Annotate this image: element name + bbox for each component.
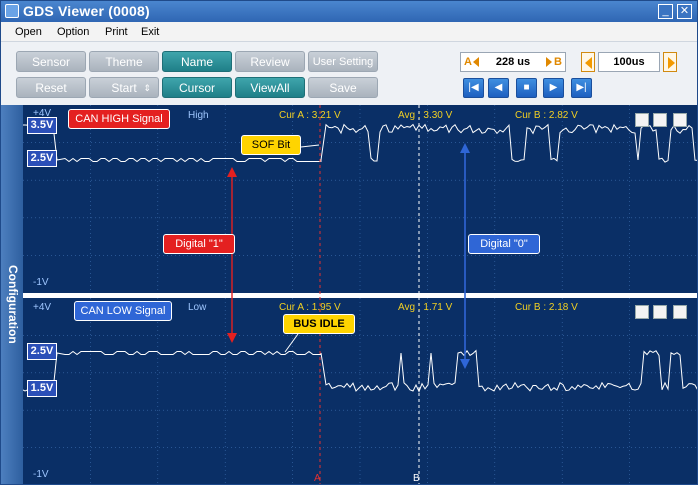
time-decrease-button[interactable]: [581, 52, 595, 72]
viewall-button[interactable]: ViewAll: [235, 77, 305, 98]
configuration-label: Configuration: [6, 265, 20, 344]
start-label: Start: [111, 81, 137, 95]
close-button[interactable]: ✕: [677, 4, 692, 19]
can-high-signal-label: CAN HIGH Signal: [68, 109, 170, 129]
sof-bit-callout: SOF Bit: [241, 135, 301, 155]
bottom-channel-close-icon[interactable]: [673, 305, 687, 319]
skip-first-icon[interactable]: |◀: [463, 78, 484, 98]
theme-button[interactable]: Theme: [89, 51, 159, 72]
bus-idle-callout: BUS IDLE: [283, 314, 355, 334]
can-high-waveform: [23, 123, 697, 163]
next-icon[interactable]: ▶: [543, 78, 564, 98]
cursor-b-label[interactable]: B: [413, 473, 420, 484]
waveform-canvas: [23, 105, 697, 484]
bottom-badge-1-5v: 1.5V: [27, 380, 57, 397]
panel-separator: [23, 293, 697, 298]
bottom-cur-a-readout: Cur A : 1.95 V: [279, 302, 341, 313]
bottom-cur-b-readout: Cur B : 2.18 V: [515, 302, 578, 313]
digital-1-arrowhead-top: [227, 167, 237, 177]
start-stepper[interactable]: Start ⇕: [89, 77, 159, 98]
prev-icon[interactable]: ◀: [488, 78, 509, 98]
bottom-level-label: Low: [188, 302, 207, 313]
configuration-tab[interactable]: Configuration: [1, 105, 23, 484]
sof-leader: [300, 144, 320, 148]
bottom-badge-2-5v: 2.5V: [27, 343, 57, 360]
minimize-button[interactable]: _: [658, 4, 673, 19]
digital-1-callout: Digital "1": [163, 234, 235, 254]
bottom-y-min-label: -1V: [33, 469, 49, 480]
top-level-label: High: [188, 110, 209, 121]
spin-icon: ⇕: [143, 83, 151, 93]
title-bar: GDS Viewer (0008) _ ✕: [1, 1, 697, 22]
skip-last-icon[interactable]: ▶|: [571, 78, 592, 98]
top-avg-readout: Avg : 3.30 V: [398, 110, 453, 121]
time-div-value: 100us: [613, 56, 645, 68]
top-cur-b-readout: Cur B : 2.82 V: [515, 110, 578, 121]
bottom-y-max-label: +4V: [33, 302, 52, 313]
cursor-span-display: A 228 us B: [460, 52, 566, 72]
digital-0-callout: Digital "0": [468, 234, 540, 254]
menu-print[interactable]: Print: [105, 26, 128, 38]
time-div-display: 100us: [598, 52, 660, 72]
menu-exit[interactable]: Exit: [141, 26, 159, 38]
menu-option[interactable]: Option: [57, 26, 89, 38]
cursor-a-label[interactable]: A: [314, 473, 321, 484]
top-y-min-label: -1V: [33, 277, 49, 288]
reset-button[interactable]: Reset: [16, 77, 86, 98]
digital-1-arrowhead-bottom: [227, 333, 237, 343]
user-setting-button[interactable]: User Setting: [308, 51, 378, 72]
cursor-button[interactable]: Cursor: [162, 77, 232, 98]
menu-bar: Open Option Print Exit: [1, 22, 697, 42]
save-button[interactable]: Save: [308, 77, 378, 98]
name-button[interactable]: Name: [162, 51, 232, 72]
menu-open[interactable]: Open: [15, 26, 42, 38]
bus-idle-leader: [284, 333, 299, 353]
sensor-button[interactable]: Sensor: [16, 51, 86, 72]
time-increase-button[interactable]: [663, 52, 677, 72]
top-cur-a-readout: Cur A : 3.21 V: [279, 110, 341, 121]
top-channel-close-icon[interactable]: [673, 113, 687, 127]
bottom-channel-maximize-icon[interactable]: [653, 305, 667, 319]
window-title: GDS Viewer (0008): [23, 3, 150, 19]
bottom-channel-option-icon[interactable]: [635, 305, 649, 319]
digital-0-arrowhead-bottom: [460, 359, 470, 369]
review-button[interactable]: Review: [235, 51, 305, 72]
gds-viewer-window: GDS Viewer (0008) _ ✕ Open Option Print …: [0, 0, 698, 485]
stop-icon[interactable]: ■: [516, 78, 537, 98]
top-channel-option-icon[interactable]: [635, 113, 649, 127]
cursor-b-marker: B: [554, 56, 562, 68]
oscilloscope-plot[interactable]: +4V CAN HIGH Signal High Cur A : 3.21 V …: [23, 105, 697, 484]
app-icon: [5, 4, 19, 18]
can-low-signal-label: CAN LOW Signal: [74, 301, 172, 321]
top-badge-2-5v: 2.5V: [27, 150, 57, 167]
top-badge-3-5v: 3.5V: [27, 117, 57, 134]
digital-0-arrowhead-top: [460, 143, 470, 153]
bottom-avg-readout: Avg : 1.71 V: [398, 302, 453, 313]
top-channel-maximize-icon[interactable]: [653, 113, 667, 127]
b-arrow-icon: [546, 57, 552, 67]
